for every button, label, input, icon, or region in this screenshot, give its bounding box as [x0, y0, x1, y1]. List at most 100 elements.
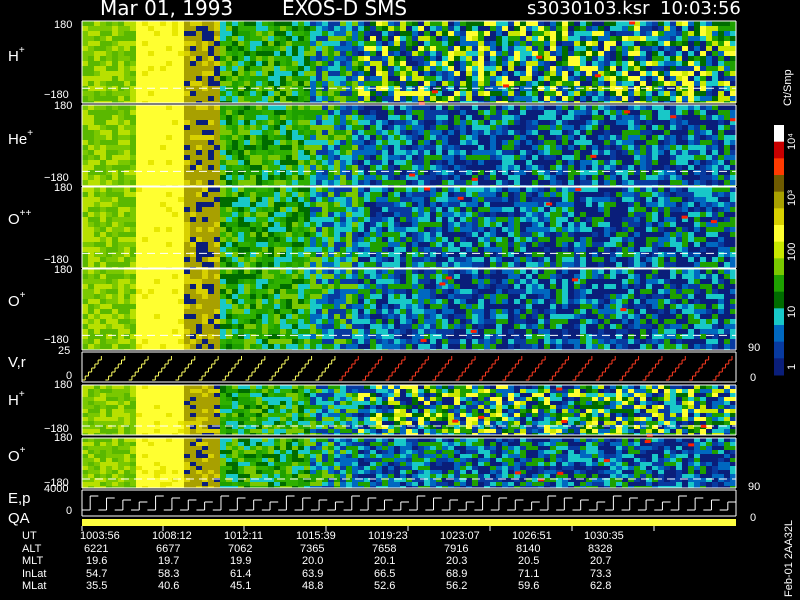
- h-plus-panel-cell: [562, 46, 568, 51]
- o-plusplus-panel-cell: [160, 197, 166, 202]
- he-plus-panel-cell: [148, 160, 154, 165]
- h-plus-panel-cell: [628, 26, 634, 31]
- h-plus-panel-cell: [718, 51, 724, 56]
- o-plusplus-panel-cell: [340, 202, 346, 207]
- h-plus-panel-cell: [550, 56, 556, 61]
- he-plus-panel-cell: [562, 180, 568, 185]
- he-plus-panel-cell: [262, 140, 268, 145]
- o-plusplus-panel-cell: [454, 187, 460, 192]
- he-plus-panel-cell: [442, 180, 448, 185]
- o-plusplus-panel-cell: [478, 207, 484, 212]
- h-plus-panel-cell: [406, 71, 412, 76]
- h-plus-panel-cell: [196, 76, 202, 81]
- o-plusplus-panel-cell: [142, 192, 148, 197]
- o-plusplus-panel-cell: [496, 262, 502, 267]
- he-plus-panel-cell: [454, 140, 460, 145]
- o-plusplus-panel-cell: [286, 192, 292, 197]
- h-plus-panel-cell: [412, 96, 418, 101]
- h-plus-panel-cell: [268, 36, 274, 41]
- he-plus-panel-cell: [322, 150, 328, 155]
- h-plus-panel-cell: [316, 36, 322, 41]
- he-plus-panel-cell: [562, 130, 568, 135]
- o-plusplus-panel-cell: [220, 212, 226, 217]
- o-plusplus-panel-cell: [232, 252, 238, 257]
- o-plusplus-panel-cell: [214, 257, 220, 262]
- o-plusplus-panel-cell: [148, 187, 154, 192]
- o-plusplus-panel-cell: [172, 202, 178, 207]
- h-plus-panel-cell: [694, 36, 700, 41]
- o-plusplus-panel-cell: [436, 237, 442, 242]
- he-plus-panel-cell: [118, 140, 124, 145]
- he-plus-panel-cell: [160, 155, 166, 160]
- he-plus-panel-cell: [160, 110, 166, 115]
- h-plus-panel-cell: [550, 36, 556, 41]
- he-plus-panel-cell: [370, 180, 376, 185]
- h-plus-panel-cell: [640, 81, 646, 86]
- o-plusplus-panel-cell: [448, 232, 454, 237]
- he-plus-panel-cell: [334, 170, 340, 175]
- o-plusplus-panel-cell: [118, 237, 124, 242]
- he-plus-panel-cell: [154, 105, 160, 110]
- o-plusplus-panel-cell: [364, 202, 370, 207]
- o-plusplus-panel-cell: [364, 187, 370, 192]
- he-plus-panel-cell: [568, 120, 574, 125]
- he-plus-panel-cell: [484, 115, 490, 120]
- o-plusplus-panel-cell: [382, 207, 388, 212]
- he-plus-panel-cell: [670, 160, 676, 165]
- h-plus-panel-cell: [430, 56, 436, 61]
- he-plus-panel-cell: [430, 105, 436, 110]
- h-plus-panel-cell: [112, 21, 118, 26]
- he-plus-panel-cell: [730, 160, 736, 165]
- h-plus-panel-cell: [196, 26, 202, 31]
- o-plusplus-panel-cell: [310, 217, 316, 222]
- he-plus-panel-cell: [226, 110, 232, 115]
- he-plus-panel-cell: [628, 155, 634, 160]
- h-plus-panel-cell: [688, 61, 694, 66]
- o-plusplus-panel-cell: [160, 202, 166, 207]
- he-plus-panel-cell: [616, 110, 622, 115]
- h-plus-panel-cell: [364, 81, 370, 86]
- he-plus-panel-cell: [94, 170, 100, 175]
- o-plusplus-panel-cell: [376, 257, 382, 262]
- h-plus-panel-cell: [466, 26, 472, 31]
- h-plus-panel-cell: [292, 46, 298, 51]
- h-plus-panel-cell: [544, 76, 550, 81]
- o-plusplus-panel-cell: [346, 262, 352, 267]
- h-plus-panel-cell: [310, 51, 316, 56]
- he-plus-panel-cell: [478, 110, 484, 115]
- h-plus-panel-cell: [436, 56, 442, 61]
- h-plus-panel-cell: [688, 51, 694, 56]
- he-plus-panel-cell: [280, 135, 286, 140]
- he-plus-panel-cell: [622, 160, 628, 165]
- h-plus-panel-cell: [418, 41, 424, 46]
- h-plus-panel-cell: [640, 91, 646, 96]
- he-plus-panel-cell: [508, 135, 514, 140]
- h-plus-panel-cell: [244, 81, 250, 86]
- h-plus-panel-cell: [160, 31, 166, 36]
- he-plus-panel-cell: [256, 140, 262, 145]
- he-plus-panel-cell: [460, 110, 466, 115]
- h-plus-panel-cell: [478, 26, 484, 31]
- he-plus-panel-cell: [334, 125, 340, 130]
- he-plus-panel-cell: [652, 110, 658, 115]
- h-plus-panel-cell: [136, 76, 142, 81]
- h-plus-panel-cell: [580, 31, 586, 36]
- h-plus-panel-cell: [676, 56, 682, 61]
- o-plusplus-panel-cell: [118, 232, 124, 237]
- he-plus-panel-cell: [532, 130, 538, 135]
- o-plusplus-panel-cell: [496, 237, 502, 242]
- o-plusplus-panel-cell: [448, 222, 454, 227]
- h-plus-panel-cell: [448, 51, 454, 56]
- h-plus-panel-cell: [400, 66, 406, 71]
- o-plusplus-panel-cell: [136, 192, 142, 197]
- he-plus-panel-cell: [718, 140, 724, 145]
- h-plus-panel-cell: [712, 36, 718, 41]
- he-plus-panel-cell: [610, 180, 616, 185]
- he-plus-panel-cell: [250, 120, 256, 125]
- he-plus-panel-cell: [484, 165, 490, 170]
- he-plus-panel-cell: [136, 130, 142, 135]
- o-plusplus-panel-cell: [148, 192, 154, 197]
- he-plus-panel-cell: [184, 110, 190, 115]
- h-plus-panel-cell: [430, 21, 436, 26]
- he-plus-panel-cell: [700, 110, 706, 115]
